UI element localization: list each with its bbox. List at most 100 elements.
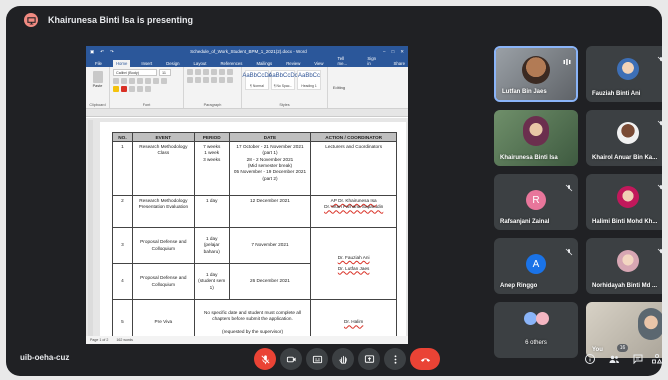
camera-icon — [286, 356, 296, 362]
font-group: Calibri (Body) 11 Font — [110, 67, 184, 108]
activities-icon — [652, 353, 662, 364]
table-row: 3 Proposal Defense and Colloquium 1 day … — [112, 227, 397, 300]
font-size-box: 11 — [159, 69, 171, 76]
header-event: EVENT — [131, 132, 195, 142]
tab-mailings: Mailings — [256, 61, 273, 66]
avatar — [536, 312, 549, 325]
row-action: Lecturers and Coordinators — [310, 141, 397, 196]
paste-label: Paste — [92, 84, 103, 88]
tab-references: References — [220, 61, 243, 66]
present-icon — [364, 354, 374, 363]
font-color-icon — [121, 86, 127, 92]
editing-label: Editing — [332, 85, 346, 90]
tab-review: Review — [286, 61, 301, 66]
row-event: Proposal Defense and Colloquium — [131, 263, 195, 300]
mic-off-icon — [657, 51, 662, 62]
shared-screen-word-window: ▣ ↶ ↷ Schedule_of_Work_Student_BPM_1_202… — [86, 46, 408, 344]
people-icon — [609, 355, 619, 363]
maximize-icon: □ — [391, 49, 395, 54]
avatar: R — [526, 190, 546, 210]
participant-name: Rafsanjani Zainal — [500, 219, 550, 225]
avatar — [523, 116, 549, 146]
hand-icon — [338, 355, 347, 364]
participant-name: Anep Ringgo — [500, 283, 538, 289]
italic-icon — [121, 78, 127, 84]
avatar — [617, 58, 639, 80]
mic-toggle-button[interactable] — [254, 348, 276, 370]
participant-tile[interactable]: Fauziah Binti Ani — [586, 46, 662, 102]
present-screen-icon — [24, 13, 38, 27]
paragraph-group: Paragraph — [184, 67, 242, 108]
more-options-button[interactable] — [384, 348, 406, 370]
style-no-spacing: AaBbCcDc ¶ No Spac... — [268, 70, 298, 90]
paste-icon — [92, 71, 103, 83]
word-ribbon-tabs: File Home Insert Design Layout Reference… — [86, 56, 408, 67]
bold-icon — [113, 78, 119, 84]
row-date: 12 December 2021 — [228, 195, 312, 228]
word-ribbon: Paste Clipboard Calibri (Body) 11 Font P… — [86, 67, 408, 109]
raise-hand-button[interactable] — [332, 348, 354, 370]
avatar: A — [526, 254, 546, 274]
styles-group-label: Styles — [279, 103, 290, 107]
participant-tile[interactable]: Halimi Binti Mohd Kh... — [586, 174, 662, 230]
avatar — [617, 122, 639, 144]
editing-button: Editing — [328, 67, 350, 108]
meet-window: Khairunesa Binti Isa is presenting ▣ ↶ ↷… — [6, 6, 662, 376]
row-date: 26 December 2021 — [228, 263, 312, 300]
speaking-indicator-icon — [563, 53, 571, 65]
sign-in-link: Sign in — [367, 56, 377, 66]
header-date: DATE — [228, 132, 312, 142]
leave-call-button[interactable] — [410, 348, 440, 370]
row-event: Proposal Defense and Colloquium — [131, 227, 195, 264]
redo-icon: ↷ — [110, 48, 114, 54]
more-vert-icon — [394, 354, 396, 364]
participant-tile[interactable]: Khairol Anuar Bin Ka... — [586, 110, 662, 166]
align-left-icon — [187, 77, 193, 83]
participant-tile[interactable]: A Anep Ringgo — [494, 238, 578, 294]
mic-off-icon — [261, 354, 269, 364]
avatar — [638, 308, 662, 340]
undo-icon: ↶ — [100, 48, 105, 54]
camera-toggle-button[interactable] — [280, 348, 302, 370]
row-action-merged: Dr. Fauziah Ani Dr. Lutfan Jaes — [310, 227, 397, 300]
activities-button[interactable] — [651, 352, 662, 364]
row-no: 1 — [112, 141, 133, 196]
style-normal: AaBbCcDc ¶ Normal — [242, 70, 272, 90]
row-no: 3 — [112, 227, 133, 264]
mic-off-icon — [657, 115, 662, 126]
close-icon: ✕ — [400, 48, 404, 54]
people-button[interactable] — [608, 352, 620, 364]
tab-view: View — [314, 61, 324, 66]
font-group-label: Font — [142, 103, 151, 107]
tab-layout: Layout — [193, 61, 207, 66]
table-header-row: NO. EVENT PERIOD DATE ACTION / COORDINAT… — [112, 132, 397, 142]
row-event: Research Methodology Presentation Evalua… — [131, 195, 195, 228]
row-period: 1 day (pelajar baharu) — [193, 227, 230, 264]
chat-icon — [633, 354, 643, 365]
table-row: 1 Research Methodology Class 7 weeks 1 w… — [112, 141, 397, 196]
participant-tile[interactable]: R Rafsanjani Zainal — [494, 174, 578, 230]
styles-group: AaBbCcDc ¶ Normal AaBbCcDc ¶ No Spac... Aa… — [242, 67, 328, 108]
share-button: Share — [393, 61, 405, 66]
participant-tile[interactable]: Khairunesa Binti Isa — [494, 110, 578, 166]
schedule-table: NO. EVENT PERIOD DATE ACTION / COORDINAT… — [112, 132, 397, 344]
avatar — [522, 56, 550, 84]
row-event: Research Methodology Class — [131, 141, 195, 196]
participant-name: Khairunesa Binti Isa — [500, 155, 558, 161]
participant-name: Fauziah Binti Ani — [592, 91, 641, 97]
word-document-title: Schedule_of_Work_Student_BPM_1_2021(2).d… — [190, 49, 307, 54]
captions-button[interactable] — [306, 348, 328, 370]
word-title-bar: ▣ ↶ ↷ Schedule_of_Work_Student_BPM_1_202… — [86, 46, 408, 57]
row-period: 1 day — [193, 195, 230, 228]
chat-button[interactable] — [632, 352, 644, 365]
meeting-details-button[interactable] — [584, 352, 596, 364]
captions-icon — [312, 355, 322, 363]
participant-name: Norhidayah Binti Md ... — [592, 283, 658, 289]
meeting-code: uib-oeha-cuz — [20, 353, 70, 362]
info-icon — [585, 354, 595, 364]
row-date: 17 October - 21 November 2021 (part 1) 2… — [228, 141, 312, 196]
present-now-button[interactable] — [358, 348, 380, 370]
participant-tile[interactable]: Norhidayah Binti Md ... — [586, 238, 662, 294]
participant-tile[interactable]: Lutfan Bin Jaes — [494, 46, 578, 102]
style-heading-1: AaBbCc Heading 1 — [297, 70, 321, 90]
